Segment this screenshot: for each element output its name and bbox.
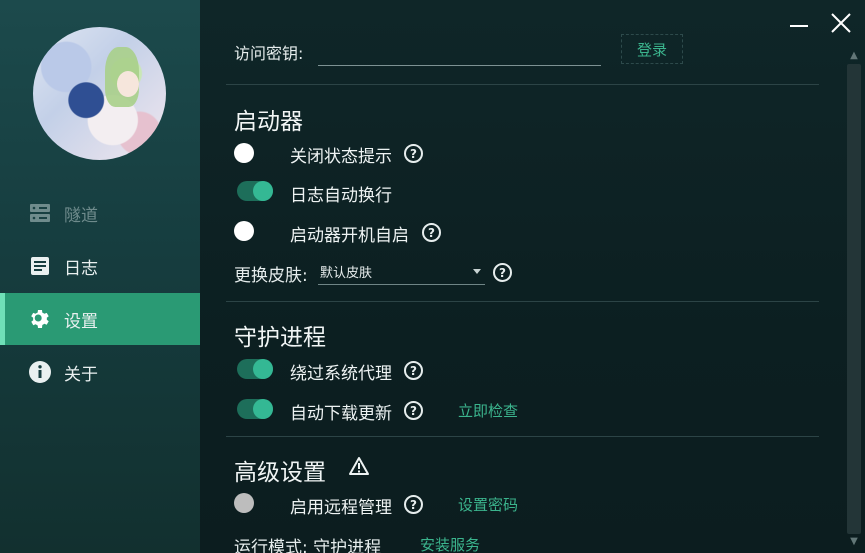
scroll-down-icon[interactable]: ▼ — [846, 534, 862, 548]
minimize-button[interactable] — [786, 10, 814, 38]
close-icon — [831, 13, 851, 33]
toggle-bypass-proxy[interactable] — [237, 359, 273, 379]
minimize-icon — [790, 25, 808, 27]
toggle-close-status-tip[interactable] — [234, 143, 270, 163]
divider — [226, 301, 819, 302]
skin-label: 更换皮肤: — [234, 266, 308, 286]
section-title-daemon: 守护进程 — [234, 325, 326, 351]
help-icon[interactable]: ? — [404, 401, 423, 420]
toggle-auto-update[interactable] — [237, 399, 273, 419]
sidebar-item-label: 日志 — [64, 258, 98, 279]
skin-select[interactable]: 默认皮肤 — [318, 259, 485, 285]
access-key-label: 访问密钥: — [234, 44, 304, 63]
install-service-link[interactable]: 安装服务 — [420, 534, 480, 553]
check-now-link[interactable]: 立即检查 — [458, 400, 518, 421]
section-title-advanced: 高级设置 — [234, 460, 326, 486]
sidebar-item-about[interactable]: 关于 — [0, 346, 200, 398]
help-icon[interactable]: ? — [404, 361, 423, 380]
dropdown-arrow-icon — [473, 269, 481, 274]
scroll-up-icon[interactable]: ▲ — [846, 48, 862, 62]
app-window: 隧道 日志 设置 关于 访问密钥: 登录 启动器 关闭状态提示 ? 日志自动换行… — [0, 0, 865, 553]
toggle-remote-management[interactable] — [234, 493, 270, 513]
help-icon[interactable]: ? — [404, 495, 423, 514]
sidebar-item-settings[interactable]: 设置 — [0, 293, 200, 345]
option-label: 关闭状态提示 — [290, 147, 392, 167]
close-button[interactable] — [828, 10, 856, 38]
option-label: 日志自动换行 — [290, 186, 392, 206]
warning-icon — [349, 457, 369, 475]
option-label: 启动器开机自启 — [290, 226, 409, 246]
help-icon[interactable]: ? — [422, 223, 441, 242]
info-icon — [28, 360, 52, 384]
toggle-launcher-autostart[interactable] — [234, 221, 270, 241]
run-mode-label: 运行模式: 守护进程 — [234, 538, 382, 553]
divider — [226, 436, 819, 437]
avatar — [33, 27, 166, 160]
log-icon — [28, 254, 52, 278]
option-label: 启用远程管理 — [290, 498, 392, 518]
access-key-input[interactable] — [318, 40, 601, 66]
set-password-link[interactable]: 设置密码 — [458, 494, 518, 515]
skin-select-value: 默认皮肤 — [320, 266, 373, 281]
settings-panel: 访问密钥: 登录 启动器 关闭状态提示 ? 日志自动换行 启动器开机自启 ? 更… — [200, 0, 865, 553]
sidebar-item-label: 隧道 — [64, 205, 98, 226]
sidebar-item-logs[interactable]: 日志 — [0, 240, 200, 292]
section-title-launcher: 启动器 — [234, 109, 303, 135]
option-label: 绕过系统代理 — [290, 364, 392, 384]
sidebar-item-label: 设置 — [64, 311, 98, 332]
gear-icon — [28, 307, 52, 331]
divider — [226, 84, 819, 85]
option-label: 自动下载更新 — [290, 404, 392, 424]
help-icon[interactable]: ? — [493, 263, 512, 282]
toggle-log-wrap[interactable] — [237, 181, 273, 201]
sidebar-item-label: 关于 — [64, 364, 98, 385]
help-icon[interactable]: ? — [404, 144, 423, 163]
sidebar-item-tunnels[interactable]: 隧道 — [0, 187, 200, 239]
login-button[interactable]: 登录 — [621, 34, 683, 64]
sidebar: 隧道 日志 设置 关于 — [0, 0, 200, 553]
server-icon — [28, 201, 52, 225]
scrollbar-thumb[interactable] — [847, 64, 861, 534]
scrollbar[interactable]: ▲ ▼ — [846, 48, 862, 548]
